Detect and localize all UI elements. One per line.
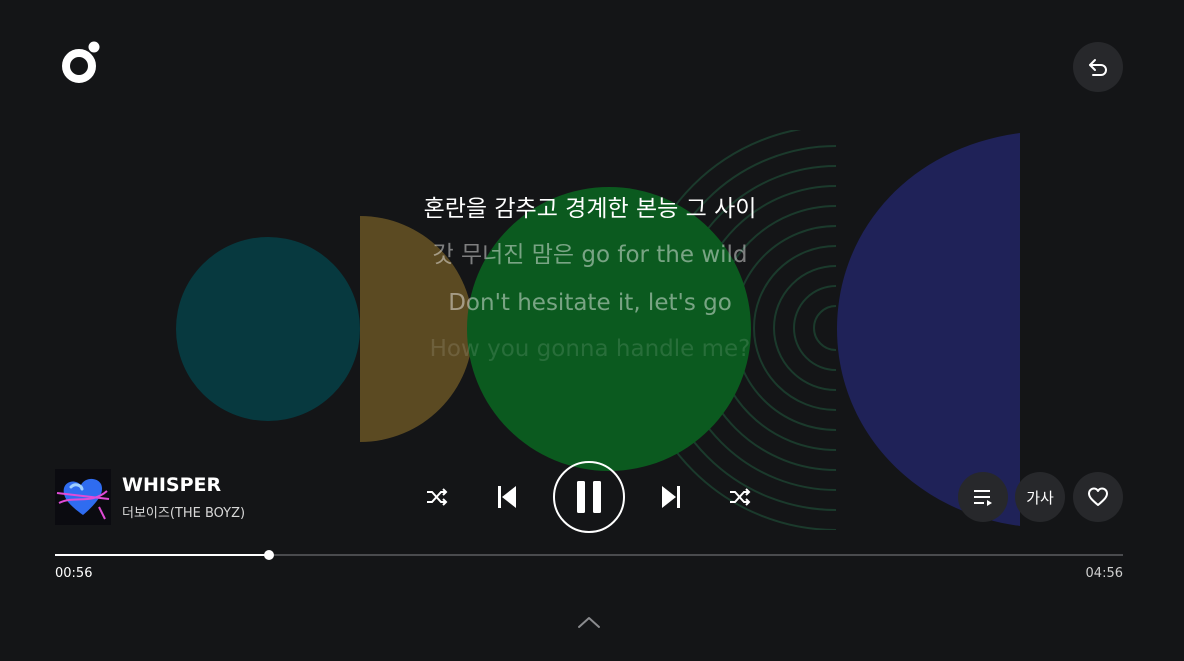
- shuffle-button[interactable]: [421, 481, 453, 513]
- lyrics-toggle-label: 가사: [1026, 488, 1054, 507]
- current-time: 00:56: [55, 566, 93, 581]
- album-art[interactable]: [55, 469, 111, 525]
- undo-arrow-icon: [1089, 59, 1107, 76]
- track-artist[interactable]: 더보이즈(THE BOYZ): [122, 502, 245, 521]
- next-track-button[interactable]: [655, 481, 687, 513]
- progress-fill: [55, 554, 269, 556]
- heart-outline-icon: [1088, 487, 1108, 506]
- lyrics-toggle-button[interactable]: 가사: [1015, 472, 1065, 522]
- music-app-logo-icon: [62, 41, 100, 83]
- play-pause-button[interactable]: [553, 461, 625, 533]
- navy-half-ellipse-shape: [837, 133, 1020, 526]
- skip-next-icon: [662, 486, 680, 508]
- lyrics-panel[interactable]: 혼란을 감추고 경계한 본능 그 사이 갓 무너진 맘은 go for the …: [340, 188, 840, 372]
- chevron-up-icon: [578, 617, 600, 628]
- playlist-icon: [974, 490, 992, 506]
- teal-circle-shape: [176, 237, 360, 421]
- like-button[interactable]: [1073, 472, 1123, 522]
- expand-button[interactable]: [574, 609, 604, 635]
- shuffle-icon: [427, 488, 448, 506]
- shuffle-icon: [730, 488, 751, 506]
- progress-bar[interactable]: [55, 550, 1123, 560]
- previous-track-button[interactable]: [491, 481, 523, 513]
- total-time: 04:56: [1085, 566, 1123, 581]
- lyric-line-next[interactable]: How you gonna handle me?: [340, 326, 840, 372]
- lyric-line-current[interactable]: 혼란을 감추고 경계한 본능 그 사이: [340, 188, 840, 230]
- playlist-button[interactable]: [958, 472, 1008, 522]
- blue-heart-album-art-icon: [55, 469, 111, 525]
- shuffle-button[interactable]: [724, 481, 756, 513]
- track-title[interactable]: WHISPER: [122, 474, 221, 496]
- app-logo[interactable]: [62, 40, 104, 84]
- pause-icon: [577, 481, 601, 513]
- lyric-line-next[interactable]: 갓 무너진 맘은 go for the wild: [340, 230, 840, 280]
- back-button[interactable]: [1073, 42, 1123, 92]
- lyric-line-next[interactable]: Don't hesitate it, let's go: [340, 280, 840, 326]
- progress-knob[interactable]: [263, 550, 274, 560]
- player-screen: 혼란을 감추고 경계한 본능 그 사이 갓 무너진 맘은 go for the …: [0, 0, 1184, 661]
- skip-previous-icon: [498, 486, 516, 508]
